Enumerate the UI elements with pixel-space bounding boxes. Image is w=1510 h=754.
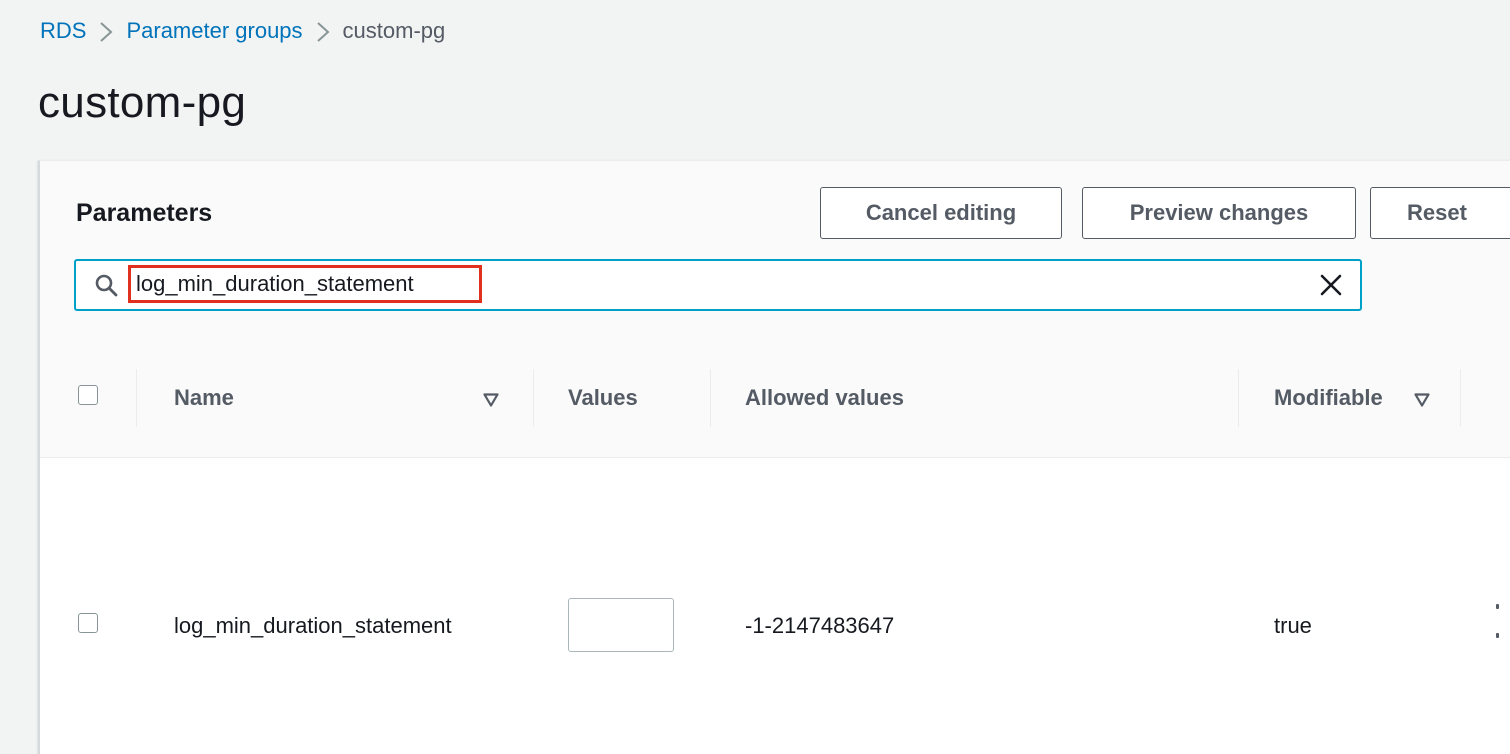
select-all-checkbox[interactable] [78,385,98,405]
row-value-input[interactable] [568,598,674,652]
column-divider [136,369,137,427]
parameters-panel: Parameters Cancel editing Preview change… [38,160,1510,754]
row-modifiable-cell: true [1274,613,1312,638]
column-header-name[interactable]: Name [174,385,234,411]
table-header: Name Values Allowed values Modifiable [40,337,1510,458]
row-name-cell: log_min_duration_statement [174,613,452,638]
panel-title: Parameters [76,199,213,227]
breadcrumb: RDS Parameter groups custom-pg [40,14,445,48]
column-header-modifiable[interactable]: Modifiable [1274,385,1383,411]
clipped-column-content [1496,604,1499,609]
column-divider [533,369,534,427]
clipped-column-content [1496,633,1499,638]
column-divider [710,369,711,427]
panel-header: Parameters Cancel editing Preview change… [40,161,1510,338]
preview-changes-button[interactable]: Preview changes [1082,187,1356,239]
search-field [74,259,1362,311]
reset-button[interactable]: Reset [1370,187,1510,239]
sort-down-icon[interactable] [1414,393,1430,412]
breadcrumb-rds-link[interactable]: RDS [40,18,86,44]
column-divider [1238,369,1239,427]
cancel-editing-button[interactable]: Cancel editing [820,187,1062,239]
page: RDS Parameter groups custom-pg custom-pg… [0,0,1510,754]
breadcrumb-parameter-groups-link[interactable]: Parameter groups [126,18,302,44]
column-divider [1460,369,1461,427]
close-icon[interactable] [1320,274,1342,301]
breadcrumb-current: custom-pg [342,18,446,43]
column-header-allowed-values: Allowed values [745,385,904,410]
search-input[interactable] [136,268,476,300]
search-icon [94,273,118,302]
row-select-checkbox[interactable] [78,613,98,633]
chevron-right-icon [303,14,343,48]
chevron-right-icon [86,14,126,48]
row-allowed-values-cell: -1-2147483647 [745,613,895,638]
column-header-values: Values [568,385,638,410]
page-title: custom-pg [38,78,247,127]
sort-down-icon[interactable] [483,393,499,412]
